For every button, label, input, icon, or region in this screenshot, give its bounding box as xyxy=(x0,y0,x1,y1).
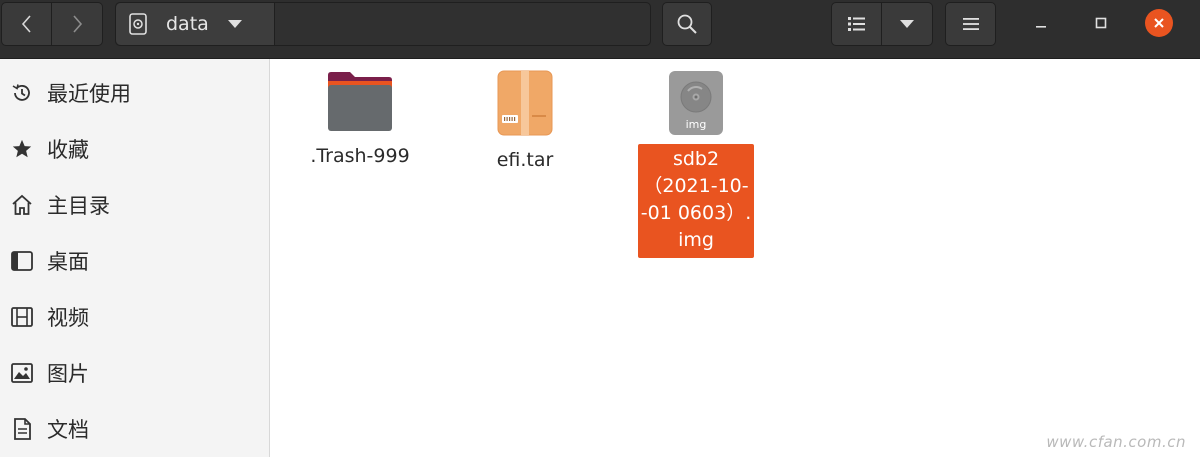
recent-icon xyxy=(9,81,35,105)
sidebar: 最近使用 收藏 主目录 桌面 视频 图片 文档 xyxy=(0,59,270,457)
hamburger-menu-icon xyxy=(962,18,979,30)
path-segment-label: data xyxy=(166,13,209,35)
path-segment-data[interactable]: data xyxy=(116,3,275,45)
file-name-line: -01 0603）. xyxy=(640,202,752,224)
archive-icon xyxy=(496,69,554,141)
header-bar: data xyxy=(0,0,1200,59)
maximize-icon xyxy=(1095,17,1107,29)
video-icon xyxy=(9,306,35,328)
chevron-left-icon xyxy=(21,15,31,33)
list-view-button[interactable] xyxy=(831,2,882,46)
sidebar-item-desktop[interactable]: 桌面 xyxy=(0,239,269,283)
sidebar-item-home[interactable]: 主目录 xyxy=(0,183,269,227)
search-button[interactable] xyxy=(662,2,712,46)
file-name-line: sdb2 xyxy=(672,148,720,170)
desktop-icon xyxy=(9,250,35,272)
search-icon xyxy=(677,14,697,34)
disk-image-icon-label: img xyxy=(686,118,707,131)
navigation-buttons xyxy=(1,2,104,46)
disk-image-icon: img xyxy=(667,69,725,141)
close-button[interactable] xyxy=(1145,9,1173,37)
home-icon xyxy=(9,193,35,217)
document-icon xyxy=(9,417,35,441)
file-view: .Trash-999 efi.tar img sdb2 （2021-10- -0… xyxy=(270,59,1200,457)
folder-icon xyxy=(324,69,396,137)
file-name: .Trash-999 xyxy=(310,145,410,167)
watermark: www.cfan.com.cn xyxy=(1046,433,1186,451)
view-buttons xyxy=(831,2,934,46)
file-item-sdb2-img[interactable]: img sdb2 （2021-10- -01 0603）. img xyxy=(638,69,754,258)
sidebar-item-label: 主目录 xyxy=(47,194,110,218)
back-button[interactable] xyxy=(1,2,52,46)
caret-down-icon xyxy=(227,19,243,29)
sidebar-item-starred[interactable]: 收藏 xyxy=(0,127,269,171)
forward-button[interactable] xyxy=(52,2,103,46)
sidebar-item-label: 桌面 xyxy=(47,250,89,274)
sidebar-item-documents[interactable]: 文档 xyxy=(0,407,269,451)
sidebar-item-label: 视频 xyxy=(47,306,89,330)
sidebar-item-pictures[interactable]: 图片 xyxy=(0,351,269,395)
file-item-efi-tar[interactable]: efi.tar xyxy=(470,69,580,171)
path-bar: data xyxy=(115,2,651,46)
file-item-trash[interactable]: .Trash-999 xyxy=(300,69,420,167)
file-name-line: img xyxy=(678,229,714,251)
picture-icon xyxy=(9,362,35,384)
caret-down-icon xyxy=(900,20,914,28)
sidebar-item-label: 文档 xyxy=(47,418,89,442)
menu-button[interactable] xyxy=(945,2,996,46)
sidebar-item-label: 最近使用 xyxy=(47,82,131,106)
close-icon xyxy=(1154,18,1164,28)
file-name-line: （2021-10- xyxy=(643,175,749,197)
sidebar-item-recent[interactable]: 最近使用 xyxy=(0,71,269,115)
sidebar-item-label: 图片 xyxy=(47,362,89,386)
maximize-button[interactable] xyxy=(1086,8,1116,38)
minimize-icon xyxy=(1036,26,1046,28)
drive-icon xyxy=(128,12,148,36)
minimize-button[interactable] xyxy=(1026,8,1056,38)
list-view-icon xyxy=(847,17,865,31)
chevron-right-icon xyxy=(73,15,83,33)
sidebar-item-label: 收藏 xyxy=(47,138,89,162)
file-name: efi.tar xyxy=(496,149,554,171)
view-options-button[interactable] xyxy=(882,2,933,46)
star-icon xyxy=(9,138,35,160)
file-name-selected: sdb2 （2021-10- -01 0603）. img xyxy=(638,144,754,258)
sidebar-item-videos[interactable]: 视频 xyxy=(0,295,269,339)
